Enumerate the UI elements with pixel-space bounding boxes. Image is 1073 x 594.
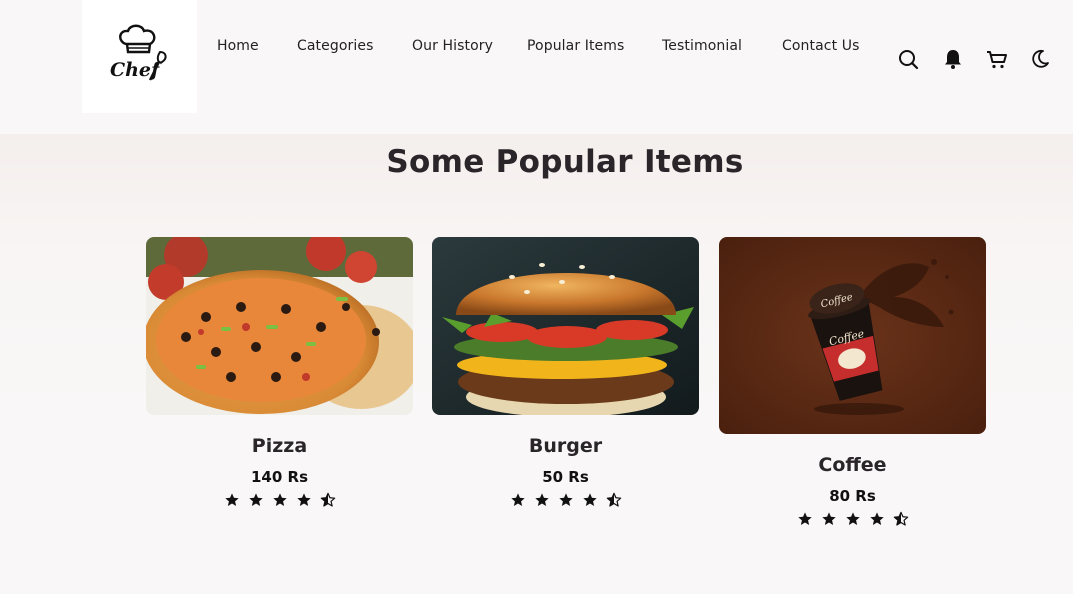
star-half-icon <box>893 511 908 526</box>
star-icon <box>821 512 836 525</box>
logo-text: Chef <box>110 59 162 81</box>
nav-home[interactable]: Home <box>217 38 259 54</box>
item-price: 80 Rs <box>829 487 876 505</box>
star-icon <box>534 493 549 506</box>
nav-contact-us[interactable]: Contact Us <box>782 38 859 54</box>
item-card-coffee[interactable]: Coffee Coffee Coffee 80 Rs <box>719 237 986 527</box>
moon-icon[interactable] <box>1028 47 1052 71</box>
item-price: 50 Rs <box>542 468 589 486</box>
section-title: Some Popular Items <box>386 144 744 180</box>
pizza-image <box>146 237 413 415</box>
star-half-icon <box>606 492 621 507</box>
star-icon <box>558 493 573 506</box>
logo[interactable]: Chef <box>82 0 197 113</box>
item-name: Burger <box>528 435 603 457</box>
rating-stars <box>432 492 699 508</box>
star-icon <box>845 512 860 525</box>
nav-popular-items[interactable]: Popular Items <box>527 38 624 54</box>
cart-icon[interactable] <box>985 47 1009 71</box>
rating-stars <box>719 511 986 527</box>
star-icon <box>296 493 311 506</box>
star-icon <box>869 512 884 525</box>
star-icon <box>510 493 525 506</box>
chef-hat-icon: Chef <box>110 24 167 81</box>
star-icon <box>797 512 812 525</box>
nav-categories[interactable]: Categories <box>297 38 373 54</box>
item-name: Coffee <box>818 454 887 476</box>
item-name: Pizza <box>251 435 308 457</box>
search-icon[interactable] <box>896 47 920 71</box>
star-icon <box>582 493 597 506</box>
star-icon <box>224 493 239 506</box>
site-header: Chef Home Categories Our History Popular… <box>0 0 1073 134</box>
item-price: 140 Rs <box>250 468 308 486</box>
star-icon <box>272 493 287 506</box>
star-half-icon <box>320 492 335 507</box>
item-card-burger[interactable]: Burger 50 Rs <box>432 237 699 508</box>
nav-our-history[interactable]: Our History <box>412 38 493 54</box>
item-card-pizza[interactable]: Pizza 140 Rs <box>146 237 413 508</box>
star-icon <box>248 493 263 506</box>
rating-stars <box>146 492 413 508</box>
nav-testimonial[interactable]: Testimonial <box>662 38 742 54</box>
coffee-image: Coffee Coffee <box>719 237 986 434</box>
burger-image <box>432 237 699 415</box>
bell-icon[interactable] <box>941 47 965 71</box>
